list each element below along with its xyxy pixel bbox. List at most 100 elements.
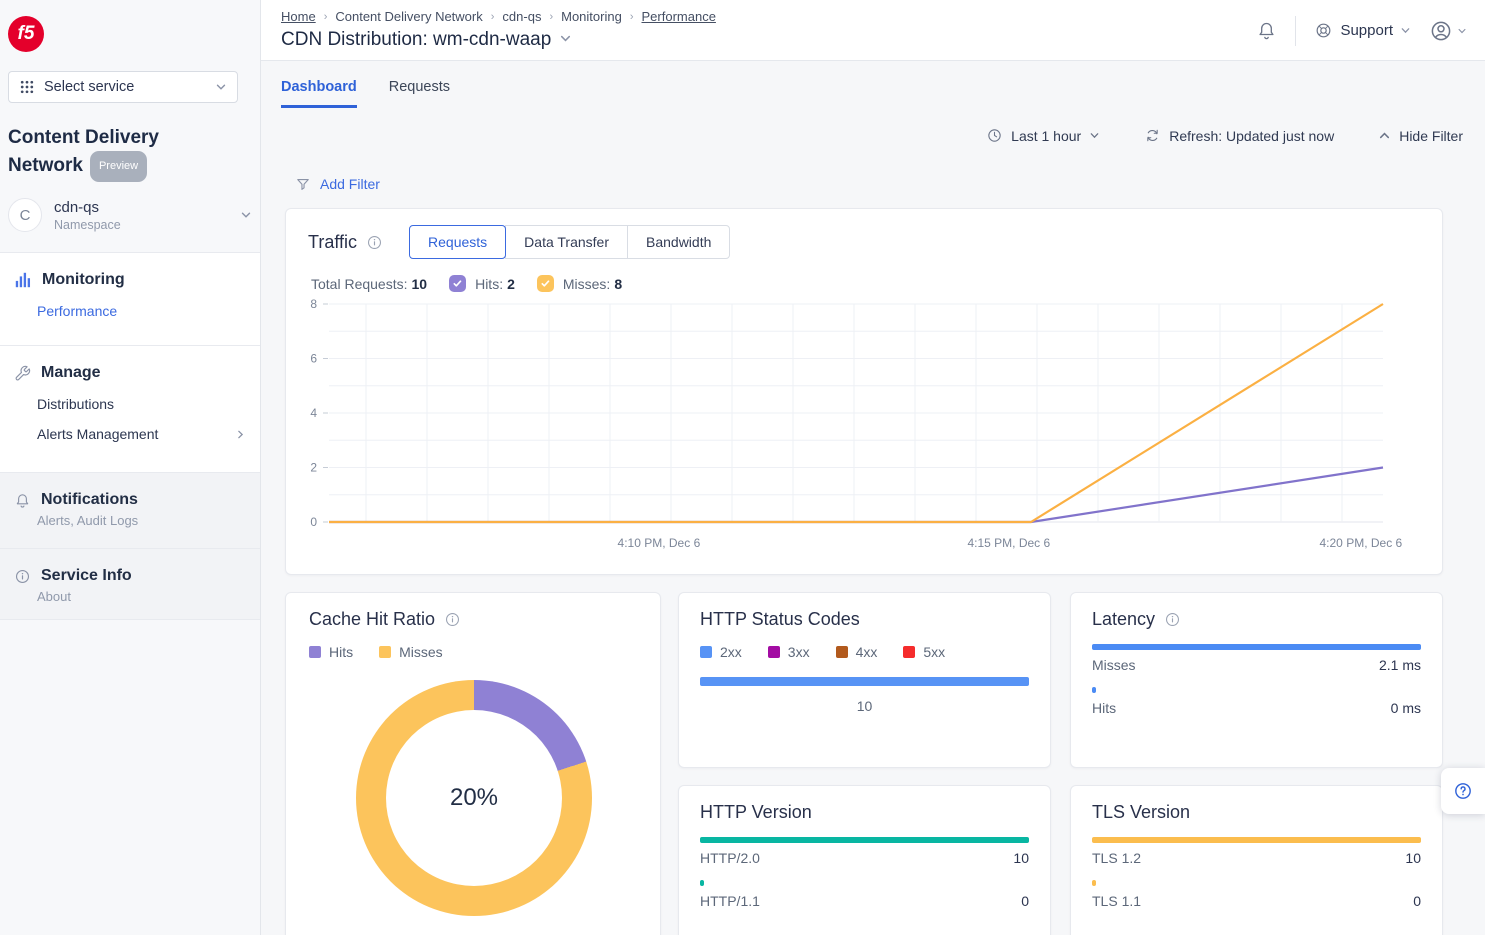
info-icon[interactable] (366, 234, 383, 251)
svg-text:6: 6 (310, 352, 317, 366)
svg-text:4:20 PM, Dec 6: 4:20 PM, Dec 6 (1320, 536, 1403, 550)
lifebuoy-icon (1314, 21, 1333, 40)
misses-checkbox[interactable]: Misses:8 (537, 275, 622, 292)
page-title-dropdown[interactable]: CDN Distribution: wm-cdn-waap (281, 29, 572, 51)
sidebar-section-monitoring: Monitoring Performance (0, 252, 260, 345)
traffic-tab-data-transfer[interactable]: Data Transfer (505, 225, 628, 259)
sidebar-item-performance[interactable]: Performance (0, 289, 260, 319)
metric-bar-track (1092, 644, 1421, 650)
http-version-bars: HTTP/2.010 HTTP/1.1 0 (700, 837, 1029, 909)
sidebar-section-manage: Manage Distributions Alerts Management (0, 345, 260, 472)
account-menu[interactable] (1429, 19, 1467, 43)
info-icon[interactable] (444, 611, 461, 628)
svg-text:8: 8 (310, 297, 317, 311)
namespace-selector[interactable]: C cdn-qs Namespace (8, 192, 252, 238)
legend-item-misses: Misses (379, 644, 443, 660)
help-button[interactable] (1441, 768, 1485, 814)
refresh-icon (1144, 127, 1161, 144)
chevron-down-icon (1400, 25, 1411, 36)
legend-swatch (379, 646, 391, 658)
status-codes-value: 10 (700, 698, 1029, 714)
clock-icon (986, 127, 1003, 144)
sidebar-item-notifications[interactable]: Notifications (0, 473, 260, 509)
status-codes-bar (700, 677, 1029, 686)
legend-swatch (700, 646, 712, 658)
notifications-subtitle: Alerts, Audit Logs (0, 509, 260, 528)
metric-label: TLS 1.2 (1092, 850, 1141, 866)
latency-title: Latency (1092, 609, 1421, 630)
f5-logo[interactable]: f5 (8, 16, 44, 52)
cache-legend: Hits Misses (286, 630, 660, 660)
f5-logo-text: f5 (18, 23, 35, 45)
breadcrumb-monitoring[interactable]: Monitoring (561, 9, 622, 24)
refresh-button[interactable]: Refresh: Updated just now (1144, 127, 1334, 144)
metric-bar-group: HTTP/2.010 (700, 837, 1029, 866)
grid-apps-icon (19, 79, 35, 95)
metric-value: 2.1 ms (1379, 657, 1421, 673)
sidebar-item-distributions[interactable]: Distributions (0, 382, 260, 412)
status-codes-legend: 2xx3xx4xx5xx (700, 630, 1029, 660)
support-label: Support (1340, 22, 1393, 39)
info-icon[interactable] (1164, 611, 1181, 628)
user-avatar-icon (1429, 19, 1453, 43)
metric-bar (1092, 644, 1421, 650)
breadcrumb-namespace[interactable]: cdn-qs (502, 9, 541, 24)
tab-requests[interactable]: Requests (389, 79, 450, 108)
cache-donut-chart: 20% (356, 680, 592, 916)
namespace-avatar: C (8, 198, 42, 232)
legend-item-3xx: 3xx (768, 644, 810, 660)
preview-badge: Preview (90, 151, 147, 182)
breadcrumb-cdn[interactable]: Content Delivery Network (335, 9, 482, 24)
hide-filter-toggle[interactable]: Hide Filter (1378, 128, 1463, 144)
support-menu[interactable]: Support (1314, 21, 1411, 40)
metric-bar-group: Hits0 ms (1092, 687, 1421, 716)
metric-label: HTTP/2.0 (700, 850, 760, 866)
traffic-tab-requests[interactable]: Requests (409, 225, 506, 259)
chevron-down-icon (215, 81, 227, 93)
sidebar-item-service-info[interactable]: Service Info (0, 549, 260, 585)
add-filter-button[interactable]: Add Filter (295, 176, 380, 192)
select-service-dropdown[interactable]: Select service (8, 71, 238, 103)
legend-item-hits: Hits (309, 644, 353, 660)
time-range-dropdown[interactable]: Last 1 hour (986, 127, 1100, 144)
main-content: Dashboard Requests Last 1 hour Refresh: … (261, 61, 1485, 935)
svg-text:4: 4 (310, 406, 317, 420)
metric-bar-group: TLS 1.2 10 (1092, 837, 1421, 866)
metric-bar-group: HTTP/1.1 0 (700, 880, 1029, 909)
service-info-subtitle: About (0, 585, 260, 604)
metric-value: 0 (1021, 893, 1029, 909)
svg-text:4:10 PM, Dec 6: 4:10 PM, Dec 6 (618, 536, 701, 550)
metric-label: HTTP/1.1 (700, 893, 760, 909)
donut-center-value: 20% (450, 784, 498, 812)
traffic-tab-bandwidth[interactable]: Bandwidth (627, 225, 730, 259)
metric-value: 0 (1413, 893, 1421, 909)
traffic-card: Traffic Requests Data Transfer Bandwidth… (285, 208, 1443, 575)
metric-bar (700, 837, 1029, 843)
cache-hit-ratio-title: Cache Hit Ratio (286, 593, 660, 630)
breadcrumb-separator: › (491, 11, 495, 23)
breadcrumb-home[interactable]: Home (281, 9, 316, 24)
sidebar-section-service-info: Service Info About (0, 548, 260, 619)
breadcrumb-separator: › (324, 11, 328, 23)
legend-item-5xx: 5xx (903, 644, 945, 660)
hits-checkbox[interactable]: Hits:2 (449, 275, 515, 292)
sidebar-item-manage[interactable]: Manage (0, 346, 260, 382)
metric-value: 10 (1405, 850, 1421, 866)
question-mark-icon (1453, 781, 1473, 801)
svg-text:0: 0 (310, 515, 317, 529)
breadcrumb-performance[interactable]: Performance (642, 9, 716, 24)
checkbox-checked-icon (449, 275, 466, 292)
legend-swatch (309, 646, 321, 658)
tab-dashboard[interactable]: Dashboard (281, 79, 357, 108)
notifications-bell-button[interactable] (1256, 20, 1277, 41)
chevron-down-icon (1457, 26, 1467, 36)
sidebar-item-monitoring[interactable]: Monitoring (0, 253, 260, 289)
sidebar-item-alerts-management[interactable]: Alerts Management (0, 412, 260, 442)
metric-bar-track (1092, 837, 1421, 843)
metric-label: Hits (1092, 700, 1116, 716)
chevron-down-icon (1089, 130, 1100, 141)
http-version-title: HTTP Version (700, 802, 1029, 823)
http-status-codes-card: HTTP Status Codes 2xx3xx4xx5xx 10 (678, 592, 1051, 768)
top-bar: Home › Content Delivery Network › cdn-qs… (261, 0, 1485, 61)
latency-card: Latency Misses2.1 msHits0 ms (1070, 592, 1443, 768)
